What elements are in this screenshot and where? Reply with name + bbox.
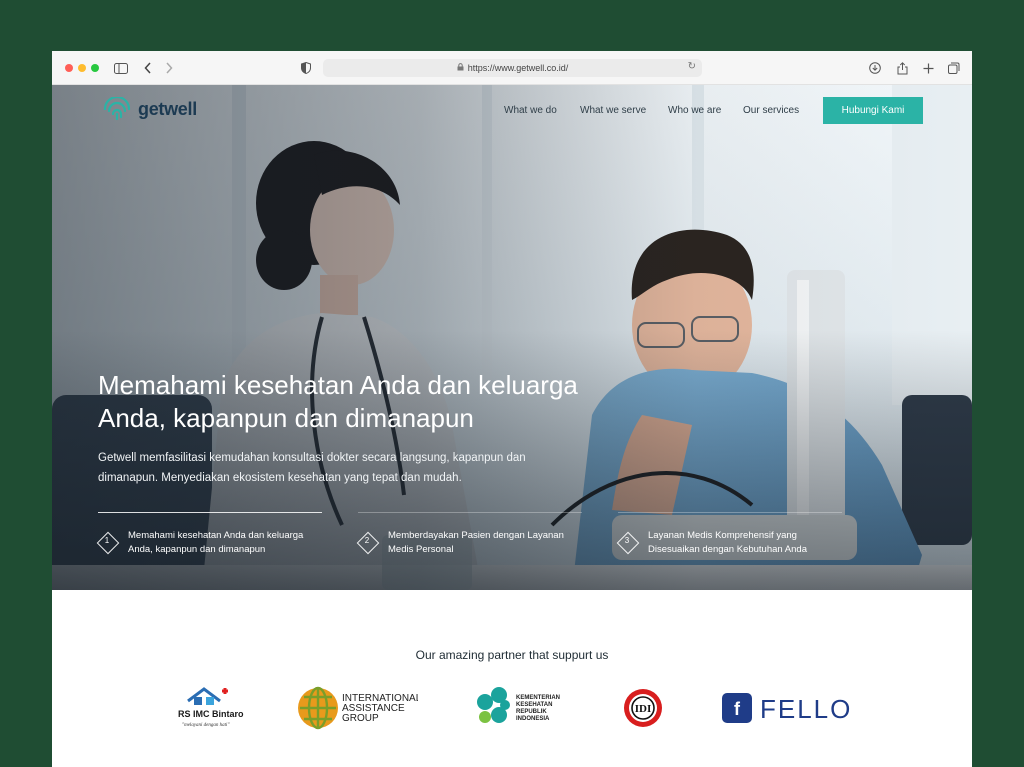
idi-logo-icon: IDI: [624, 689, 662, 727]
diamond-number-icon: 3: [618, 533, 636, 551]
browser-toolbar: https://www.getwell.co.id/ ↻: [52, 51, 972, 85]
feature-text-3: Layanan Medis Komprehensif yang Disesuai…: [648, 530, 807, 555]
feature-divider-2: [358, 512, 582, 513]
svg-text:KEMENTERIAN: KEMENTERIAN: [516, 695, 560, 701]
hero-headline: Memahami kesehatan Anda dan keluarga And…: [98, 370, 578, 433]
back-arrow-icon[interactable]: [142, 59, 154, 77]
download-icon[interactable]: [868, 59, 882, 77]
close-window-button[interactable]: [65, 64, 73, 72]
svg-text:IDI: IDI: [635, 703, 652, 715]
address-bar[interactable]: https://www.getwell.co.id/ ↻: [323, 59, 702, 77]
svg-text:INDONESIA: INDONESIA: [516, 716, 550, 722]
tab-overview-icon[interactable]: [947, 59, 961, 77]
svg-text:GROUP: GROUP: [342, 713, 379, 724]
feature-text-2: Memberdayakan Pasien dengan Layanan Medi…: [388, 530, 564, 555]
svg-text:KESEHATAN: KESEHATAN: [516, 702, 552, 708]
share-icon[interactable]: [895, 59, 909, 77]
minimize-window-button[interactable]: [78, 64, 86, 72]
url-text: https://www.getwell.co.id/: [467, 63, 569, 73]
partner-logo-rs-imc-bintaro[interactable]: RS IMC Bintaro "melayani dengan hati": [174, 685, 244, 731]
partner-logo-fello[interactable]: f FELLO: [722, 685, 852, 731]
feature-item-2[interactable]: 2 Memberdayakan Pasien dengan Layanan Me…: [358, 529, 578, 557]
hero-subtext: Getwell memfasilitasi kemudahan konsulta…: [98, 452, 526, 484]
feature-item-3[interactable]: 3 Layanan Medis Komprehensif yang Disesu…: [618, 529, 838, 557]
svg-text:RS IMC Bintaro: RS IMC Bintaro: [178, 709, 244, 719]
nav-what-we-serve[interactable]: What we serve: [580, 105, 646, 116]
privacy-shield-icon[interactable]: [300, 59, 312, 77]
nav-who-we-are[interactable]: Who we are: [668, 105, 721, 116]
feature-divider-3: [618, 512, 842, 513]
nav-our-services[interactable]: Our services: [743, 105, 799, 116]
partners-title: Our amazing partner that suppurt us: [415, 648, 609, 662]
forward-arrow-icon[interactable]: [163, 59, 175, 77]
new-tab-icon[interactable]: [921, 59, 935, 77]
logo-text: getwell: [138, 98, 197, 119]
maximize-window-button[interactable]: [91, 64, 99, 72]
reload-icon[interactable]: ↻: [688, 61, 696, 72]
svg-text:REPUBLIK: REPUBLIK: [516, 709, 547, 715]
fingerprint-logo-icon: [103, 97, 131, 121]
partner-logo-international-assistance-group[interactable]: INTERNATIONAL ASSISTANCE GROUP: [296, 685, 418, 731]
diamond-number-icon: 1: [98, 533, 116, 551]
contact-us-button[interactable]: Hubungi Kami: [823, 97, 923, 124]
sidebar-toggle-icon[interactable]: [113, 59, 129, 77]
fello-logo-icon: f FELLO: [722, 693, 852, 724]
svg-text:"melayani dengan hati": "melayani dengan hati": [182, 723, 230, 728]
hero-section: getwell What we do What we serve Who we …: [52, 85, 972, 590]
iag-logo-icon: INTERNATIONAL ASSISTANCE GROUP: [298, 686, 418, 730]
feature-item-1[interactable]: 1 Memahami kesehatan Anda dan keluarga A…: [98, 529, 318, 557]
partner-logo-idi[interactable]: IDI: [622, 685, 664, 731]
getwell-logo[interactable]: getwell: [102, 97, 197, 121]
kemenkes-logo-icon: KEMENTERIAN KESEHATAN REPUBLIK INDONESIA: [477, 687, 560, 723]
svg-text:FELLO: FELLO: [760, 694, 852, 724]
browser-window: https://www.getwell.co.id/ ↻ getwell Wha…: [52, 51, 972, 767]
feature-divider-1: [98, 512, 322, 513]
nav-what-we-do[interactable]: What we do: [504, 105, 557, 116]
feature-text-1: Memahami kesehatan Anda dan keluarga And…: [128, 530, 304, 555]
svg-text:f: f: [734, 699, 741, 719]
diamond-number-icon: 2: [358, 533, 376, 551]
lock-icon: [457, 63, 464, 73]
partner-logo-kementerian-kesehatan[interactable]: KEMENTERIAN KESEHATAN REPUBLIK INDONESIA: [472, 685, 568, 731]
rs-imc-logo-icon: RS IMC Bintaro "melayani dengan hati": [178, 687, 244, 728]
